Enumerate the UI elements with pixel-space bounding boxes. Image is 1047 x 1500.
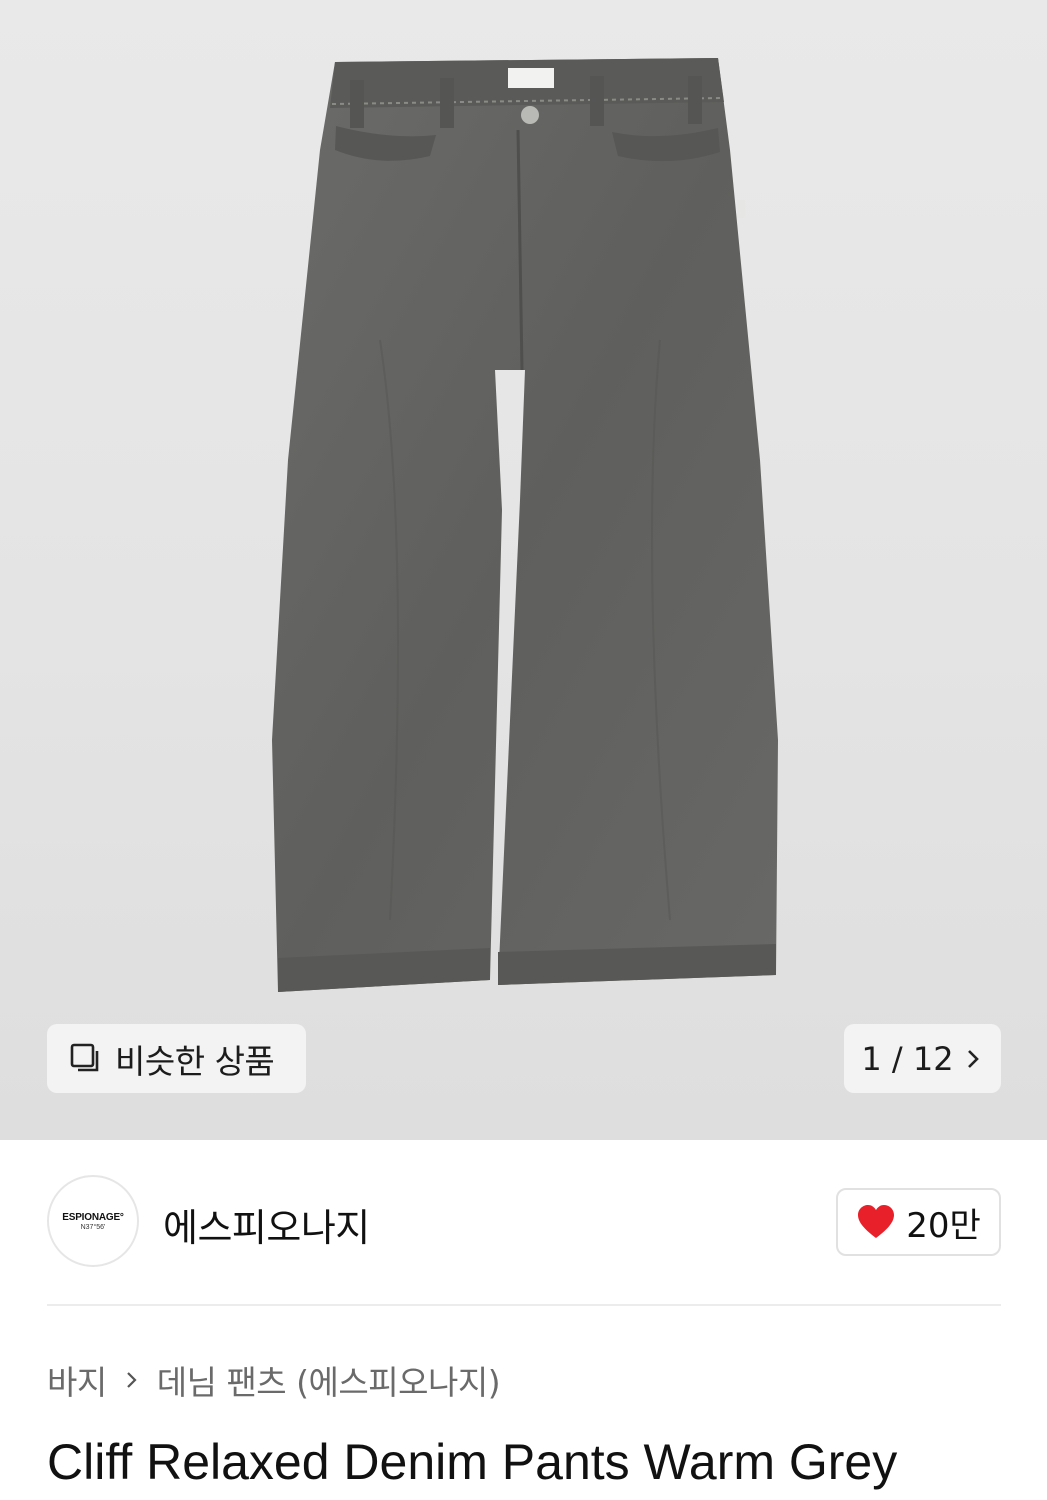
similar-products-label: 비슷한 상품 <box>115 1041 275 1081</box>
chevron-right-icon <box>967 1049 979 1068</box>
like-button[interactable]: 20만 <box>836 1188 1001 1256</box>
divider <box>47 1304 1001 1306</box>
image-counter: 1 / 12 <box>861 1039 954 1078</box>
breadcrumb: 바지 데님 팬츠 (에스피오나지) <box>47 1356 501 1404</box>
brand-row: ESPIONAGE° N37°56' 에스피오나지 20만 <box>47 1175 1001 1267</box>
stacked-squares-icon <box>70 1043 99 1071</box>
chevron-right-icon <box>126 1372 137 1388</box>
brand-logo-line2: N37°56' <box>80 1223 106 1231</box>
like-count: 20만 <box>906 1205 981 1246</box>
brand-logo-line1: ESPIONAGE° <box>62 1211 124 1223</box>
breadcrumb-subcategory[interactable]: 데님 팬츠 (에스피오나지) <box>157 1356 501 1404</box>
brand-logo[interactable]: ESPIONAGE° N37°56' <box>47 1175 139 1267</box>
heart-icon <box>858 1205 895 1238</box>
similar-products-button[interactable]: 비슷한 상품 <box>47 1024 306 1093</box>
image-counter-button[interactable]: 1 / 12 <box>844 1024 1001 1093</box>
product-title: Cliff Relaxed Denim Pants Warm Grey <box>47 1434 898 1490</box>
product-image-gallery[interactable]: 비슷한 상품 1 / 12 <box>0 0 1047 1140</box>
breadcrumb-category[interactable]: 바지 <box>47 1356 107 1404</box>
brand-name-link[interactable]: 에스피오나지 <box>163 1197 370 1252</box>
denim-pants-image <box>272 58 778 992</box>
